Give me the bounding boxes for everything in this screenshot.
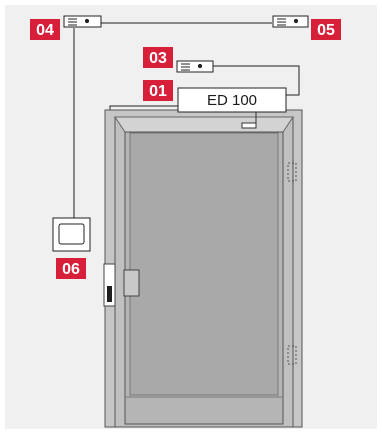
door-handle [123, 269, 140, 297]
frame-bevel [114, 116, 294, 133]
diagram-stage: ED 100 04 05 03 01 06 [0, 0, 382, 434]
badge-04-label: 04 [36, 22, 54, 39]
sensor-03-module [176, 60, 214, 73]
badge-06-label: 06 [62, 261, 80, 278]
sensor-04-module [63, 15, 102, 28]
badge-05: 05 [311, 19, 341, 40]
door-diagram: ED 100 04 05 03 01 06 [5, 5, 377, 429]
badge-04: 04 [30, 19, 60, 40]
operator-arm [241, 122, 257, 129]
operator-label: ED 100 [207, 92, 257, 109]
lock-bolt [107, 286, 112, 302]
door-panel [129, 132, 279, 396]
badge-06: 06 [56, 258, 86, 279]
sensor-05-module [272, 15, 309, 28]
badge-03: 03 [143, 47, 173, 68]
badge-01-label: 01 [149, 83, 167, 100]
badge-01: 01 [143, 80, 173, 101]
badge-03-label: 03 [149, 50, 167, 67]
door-assembly [103, 109, 303, 428]
control-panel-06 [52, 217, 91, 252]
badge-05-label: 05 [317, 22, 335, 39]
